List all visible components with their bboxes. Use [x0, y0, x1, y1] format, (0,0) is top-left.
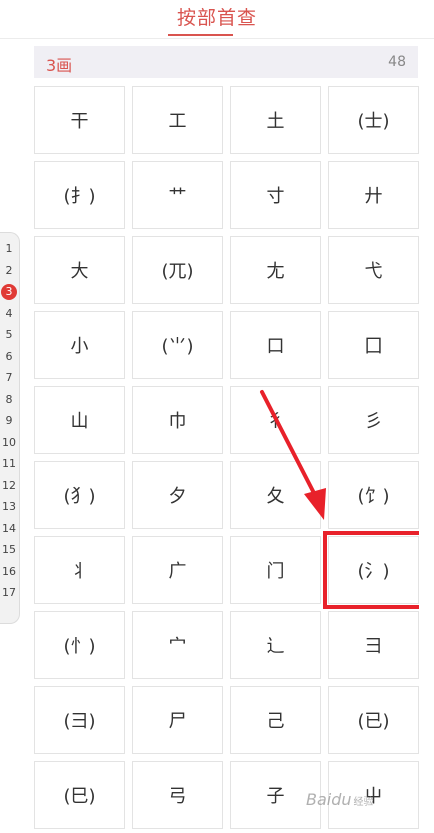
watermark: Baidu 经验: [306, 790, 374, 809]
annotation-arrow: [260, 390, 326, 520]
